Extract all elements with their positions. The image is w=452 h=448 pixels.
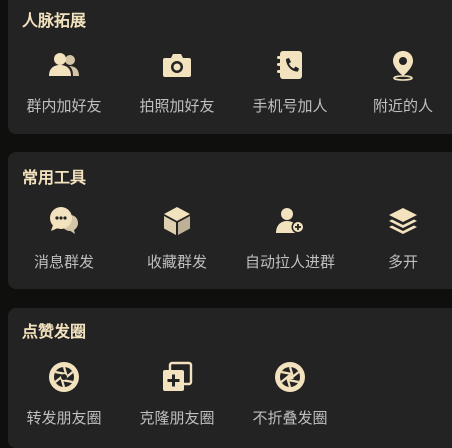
section-card-network: 人脉拓展 群内加好友 拍照加好友 手机号加人 附近的人 <box>8 0 452 134</box>
chat-bubbles-icon <box>50 207 78 234</box>
section-title: 人脉拓展 <box>22 11 87 30</box>
clone-moments-button[interactable]: 克隆朋友圈 <box>120 361 234 427</box>
item-label: 附近的人 <box>372 97 433 115</box>
item-label: 消息群发 <box>33 253 94 271</box>
item-label: 收藏群发 <box>146 253 207 271</box>
section-title: 点赞发圈 <box>22 322 87 341</box>
aperture-icon <box>49 362 79 392</box>
item-label: 手机号加人 <box>252 97 328 115</box>
item-label: 自动拉人进群 <box>244 253 335 271</box>
add-by-phone-button[interactable]: 手机号加人 <box>233 49 347 115</box>
item-label: 群内加好友 <box>26 97 102 115</box>
item-label: 转发朋友圈 <box>26 409 102 427</box>
item-label: 拍照加好友 <box>139 97 215 115</box>
item-label: 不折叠发圈 <box>252 409 328 427</box>
layers-icon <box>389 208 417 234</box>
location-pin-icon <box>393 51 413 81</box>
forward-moments-button[interactable]: 转发朋友圈 <box>7 361 121 427</box>
cube-icon <box>164 207 190 235</box>
unfold-post-button[interactable]: 不折叠发圈 <box>233 361 347 427</box>
multi-open-button[interactable]: 多开 <box>346 205 452 271</box>
camera-icon <box>163 54 191 77</box>
group-users-icon <box>49 53 79 76</box>
aperture-up-icon <box>275 362 305 392</box>
item-label: 多开 <box>387 253 418 271</box>
auto-invite-button[interactable]: 自动拉人进群 <box>233 205 347 271</box>
nearby-people-button[interactable]: 附近的人 <box>346 49 452 115</box>
mass-message-button[interactable]: 消息群发 <box>7 205 121 271</box>
phone-contact-icon <box>277 51 302 79</box>
add-by-photo-button[interactable]: 拍照加好友 <box>120 49 234 115</box>
section-card-tools: 常用工具 消息群发 收藏群发 自动拉人进群 多开 <box>8 152 452 289</box>
favorites-broadcast-button[interactable]: 收藏群发 <box>120 205 234 271</box>
item-label: 克隆朋友圈 <box>139 409 215 427</box>
add-user-icon <box>276 208 305 234</box>
add-from-group-button[interactable]: 群内加好友 <box>7 49 121 115</box>
section-card-moments: 点赞发圈 转发朋友圈 克隆朋友圈 不折叠发圈 <box>8 308 452 448</box>
clone-plus-icon <box>163 361 193 391</box>
section-title: 常用工具 <box>22 168 87 187</box>
